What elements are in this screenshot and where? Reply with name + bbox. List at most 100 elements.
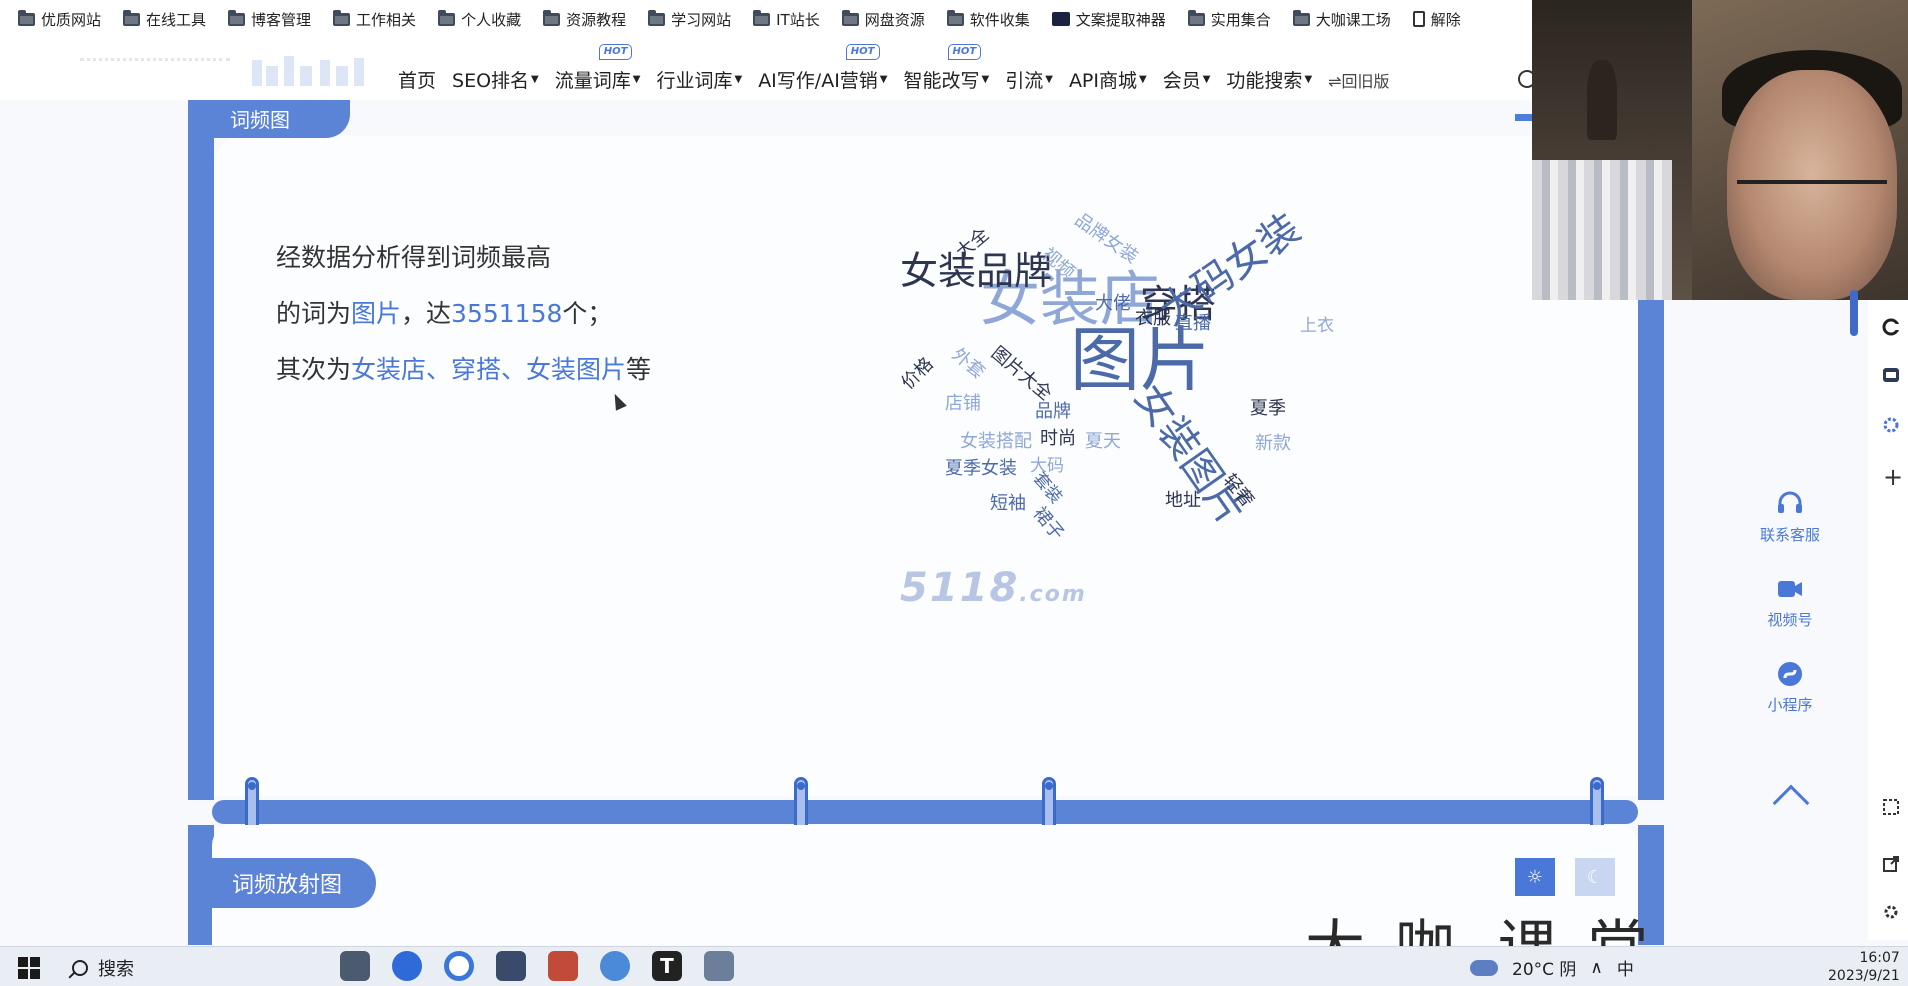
faded-logo-mark bbox=[80, 58, 230, 72]
taskbar-apps: T bbox=[340, 951, 734, 981]
taskbar-search[interactable]: 搜索 bbox=[72, 955, 134, 981]
nav-item[interactable]: 流量词库 ▼ HOT bbox=[554, 44, 640, 93]
frequency-summary: 经数据分析得到词频最高 的词为图片，达3551158个； 其次为女装店、穿搭、女… bbox=[276, 230, 651, 398]
edge-beta-icon[interactable] bbox=[392, 951, 422, 981]
folder-icon bbox=[333, 9, 351, 26]
light-mode-button[interactable]: ☼ bbox=[1515, 858, 1555, 896]
sidebar-item[interactable]: 视频号 bbox=[1740, 575, 1840, 630]
bookmark-item[interactable]: 实用集合 bbox=[1187, 9, 1271, 30]
binder-strip bbox=[212, 800, 1638, 824]
frame-left-edge-lower bbox=[188, 825, 214, 945]
windows-start-icon[interactable] bbox=[18, 957, 40, 979]
document-icon bbox=[1412, 11, 1425, 27]
settings-gear-icon[interactable] bbox=[1882, 416, 1900, 434]
document-app-icon[interactable] bbox=[496, 951, 526, 981]
game-app-icon[interactable] bbox=[340, 951, 370, 981]
tv-icon bbox=[1051, 12, 1070, 26]
nav-item[interactable]: 功能搜索 ▼ bbox=[1226, 66, 1312, 93]
typora-icon[interactable]: T bbox=[652, 951, 682, 981]
tray-chevron-icon[interactable]: ∧ bbox=[1590, 958, 1602, 978]
nav-item-label: 智能改写 bbox=[903, 70, 980, 92]
bookmark-label: 博客管理 bbox=[251, 10, 312, 29]
bookmark-label: 网盘资源 bbox=[864, 10, 925, 29]
frame-right-edge bbox=[1638, 290, 1664, 800]
nav-item[interactable]: 智能改写 ▼ HOT bbox=[903, 44, 989, 93]
nav-item[interactable]: 引流 ▼ bbox=[1005, 66, 1053, 93]
nav-item[interactable]: 会员 ▼ bbox=[1163, 66, 1211, 93]
dark-mode-button[interactable]: ☾ bbox=[1575, 858, 1615, 896]
bookmark-item[interactable]: 学习网站 bbox=[648, 9, 731, 30]
top-word: 图片 bbox=[351, 299, 402, 328]
chrome-icon[interactable] bbox=[444, 951, 474, 981]
bookmark-item[interactable]: 在线工具 bbox=[123, 9, 206, 30]
gear-icon[interactable] bbox=[1882, 903, 1900, 921]
copilot-icon[interactable] bbox=[1882, 318, 1900, 336]
folder-icon bbox=[1187, 9, 1205, 26]
bookmark-item[interactable]: 工作相关 bbox=[333, 9, 416, 30]
bookmark-item[interactable]: 文案提取神器 bbox=[1051, 9, 1166, 30]
bookmark-item[interactable]: 解除 bbox=[1412, 9, 1461, 30]
sun-icon: ☼ bbox=[1526, 866, 1544, 888]
network-app-icon[interactable] bbox=[600, 951, 630, 981]
hot-badge: HOT bbox=[598, 44, 633, 60]
folder-icon bbox=[753, 9, 771, 26]
editor-app-icon[interactable] bbox=[548, 951, 578, 981]
folder-icon bbox=[543, 9, 561, 26]
folder-icon bbox=[228, 9, 246, 26]
word-cloud-term: 短袖 bbox=[990, 493, 1026, 514]
hot-badge: HOT bbox=[947, 44, 982, 60]
sidebar-item[interactable]: 小程序 bbox=[1740, 660, 1840, 715]
floating-service-sidebar: 联系客服视频号小程序 bbox=[1740, 490, 1840, 745]
webcam-overlay bbox=[1532, 0, 1908, 300]
nav-item[interactable]: API商城 ▼ bbox=[1069, 66, 1147, 93]
ime-indicator[interactable]: 中 bbox=[1617, 955, 1634, 980]
app-icon[interactable] bbox=[1882, 366, 1900, 384]
site-logo[interactable] bbox=[250, 50, 375, 90]
watermark-brand: 5118 bbox=[900, 565, 1020, 611]
word-cloud-term: 图片大全 bbox=[986, 342, 1056, 405]
sidebar-item[interactable]: 联系客服 bbox=[1740, 490, 1840, 545]
clock-date: 2023/9/21 bbox=[1828, 968, 1900, 984]
nav-item-label: 会员 bbox=[1162, 70, 1201, 92]
nav-item-label: 流量词库 bbox=[554, 70, 631, 92]
bookmark-label: 在线工具 bbox=[146, 10, 207, 29]
video-channel-icon bbox=[1775, 575, 1805, 603]
bookmark-item[interactable]: 优质网站 bbox=[18, 9, 101, 30]
scrollbar-thumb[interactable] bbox=[1850, 290, 1858, 336]
word-cloud-term: 大佬 bbox=[1095, 293, 1131, 314]
headset-icon bbox=[1775, 490, 1805, 518]
bookmark-item[interactable]: 大咖课工场 bbox=[1292, 9, 1391, 30]
back-to-top-icon[interactable] bbox=[1772, 784, 1810, 822]
browser-side-panel bbox=[1868, 300, 1908, 940]
section-tab-radial[interactable]: 词频放射图 bbox=[212, 858, 376, 908]
system-clock[interactable]: 16:07 2023/9/21 bbox=[1828, 949, 1900, 985]
file-explorer-icon[interactable] bbox=[704, 951, 734, 981]
word-cloud-term: 新款 bbox=[1255, 433, 1291, 454]
system-tray: 20°C 阴 ∧ 中 bbox=[1470, 955, 1634, 980]
bookmark-item[interactable]: 软件收集 bbox=[946, 9, 1030, 30]
brand-watermark: 5118.com bbox=[900, 565, 1087, 611]
nav-item-label: 功能搜索 bbox=[1226, 70, 1303, 92]
section-tab-word-frequency[interactable]: 词频图 bbox=[210, 100, 350, 138]
nav-item[interactable]: AI写作/AI营销 ▼ HOT bbox=[758, 44, 888, 93]
bookmark-item[interactable]: 网盘资源 bbox=[841, 9, 925, 30]
back-to-old-version-link[interactable]: ⇌回旧版 bbox=[1328, 66, 1389, 93]
word-cloud-term: 品牌 bbox=[1035, 401, 1071, 422]
weather-text[interactable]: 20°C 阴 bbox=[1512, 955, 1576, 980]
bookmark-item[interactable]: 个人收藏 bbox=[438, 9, 521, 30]
nav-item-label: 行业词库 bbox=[656, 70, 733, 92]
hot-badge: HOT bbox=[845, 44, 880, 60]
bookmark-item[interactable]: 资源教程 bbox=[543, 9, 626, 30]
nav-item[interactable]: SEO排名 ▼ bbox=[452, 66, 539, 93]
bookmark-label: 实用集合 bbox=[1210, 10, 1271, 29]
bookmark-item[interactable]: IT站长 bbox=[753, 9, 820, 30]
nav-item[interactable]: 首页 bbox=[398, 66, 436, 93]
screenshot-icon[interactable] bbox=[1882, 798, 1900, 816]
summary-line-2: 的词为图片，达3551158个； bbox=[276, 286, 651, 342]
bookmark-item[interactable]: 博客管理 bbox=[228, 9, 311, 30]
taskbar: 搜索 T 20°C 阴 ∧ 中 16:07 2023/9/21 bbox=[0, 946, 1908, 986]
word-cloud-term: 直播 bbox=[1175, 313, 1211, 334]
nav-item[interactable]: 行业词库 ▼ bbox=[656, 66, 742, 93]
external-link-icon[interactable] bbox=[1882, 855, 1900, 873]
add-icon[interactable]: + bbox=[1883, 463, 1903, 491]
